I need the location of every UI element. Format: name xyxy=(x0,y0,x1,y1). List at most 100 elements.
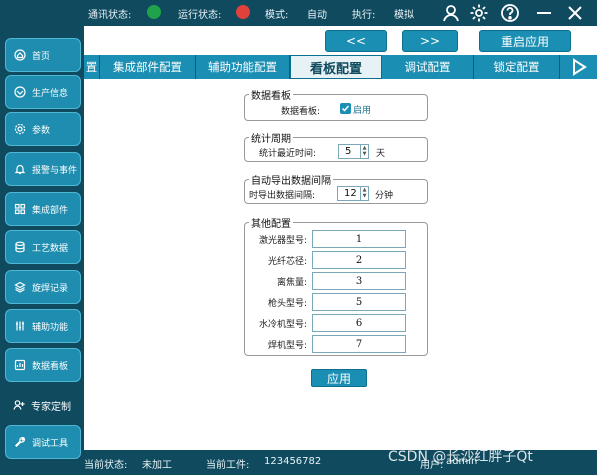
export-group-title: 自动导出数据间隔 xyxy=(249,172,333,187)
comm-status-indicator xyxy=(147,5,161,19)
sidebar-item-production[interactable]: 生产信息 xyxy=(5,75,81,109)
close-icon[interactable] xyxy=(564,2,586,24)
sidebar-item-debug-tools[interactable]: 调试工具 xyxy=(5,425,81,459)
bell-icon xyxy=(14,164,26,175)
checkmark-icon xyxy=(341,105,350,112)
other-config-title: 其他配置 xyxy=(249,215,293,230)
stats-period-value: 5 xyxy=(345,146,352,157)
dashboard-group-title: 数据看板 xyxy=(249,87,293,102)
chiller-model-input[interactable]: 6 xyxy=(312,314,406,332)
sidebar-item-label: 生产信息 xyxy=(32,88,69,99)
sidebar-item-label: 参数 xyxy=(32,125,51,136)
sidebar-item-components[interactable]: 集成部件 xyxy=(5,192,81,226)
sidebar-item-label: 工艺数据 xyxy=(32,243,69,254)
laser-model-label: 激光器型号: xyxy=(258,236,307,246)
dashboard-enable-checkbox[interactable] xyxy=(340,103,351,114)
minimize-icon[interactable] xyxy=(533,2,555,24)
stats-period-unit: 天 xyxy=(376,149,386,159)
tab-scroll-right-button[interactable] xyxy=(560,55,597,79)
current-workpiece-label: 当前工件: xyxy=(206,460,250,471)
board-icon xyxy=(14,359,26,371)
laser-model-input[interactable]: 1 xyxy=(312,230,406,248)
run-status-label: 运行状态: xyxy=(178,10,222,21)
current-state-label: 当前状态: xyxy=(84,460,128,471)
stats-period-spinbox[interactable]: 5 ▲ ▼ xyxy=(338,144,369,159)
export-interval-label: 时导出数据间隔: xyxy=(249,191,316,201)
dashboard-enable-text: 启用 xyxy=(353,106,372,116)
fiber-core-input[interactable]: 2 xyxy=(312,251,406,269)
app-window: 通讯状态: 运行状态: 模式: 自动 执行: 模拟 首页 生产信息 参数 报警与… xyxy=(0,0,597,475)
top-status-bar: 通讯状态: 运行状态: 模式: 自动 执行: 模拟 xyxy=(0,0,597,26)
mode-label: 模式: xyxy=(265,10,289,21)
user-plus-icon xyxy=(13,400,25,410)
tab-debug-config[interactable]: 调试配置 xyxy=(382,55,474,79)
gun-model-label: 枪头型号: xyxy=(267,299,307,309)
home-icon xyxy=(14,49,26,61)
sidebar-item-alarms[interactable]: 报警与事件 xyxy=(5,152,81,186)
sidebar-item-label: 旋焊记录 xyxy=(32,283,69,294)
stats-group-title: 统计周期 xyxy=(249,130,293,145)
current-workpiece-value: 123456782 xyxy=(264,456,322,467)
prev-button[interactable]: << xyxy=(325,30,387,52)
sidebar-item-label: 集成部件 xyxy=(32,205,69,216)
tab-partial[interactable]: 置 xyxy=(84,55,100,79)
help-icon[interactable] xyxy=(499,2,521,24)
sidebar-item-weld-records[interactable]: 旋焊记录 xyxy=(5,270,81,304)
gear-icon xyxy=(14,123,26,135)
next-button[interactable]: >> xyxy=(402,30,458,52)
fiber-core-label: 光纤芯径: xyxy=(267,257,307,267)
grid-icon xyxy=(14,203,26,215)
database-icon xyxy=(15,241,25,253)
dashboard-group: 数据看板 数据看板: 启用 xyxy=(244,87,428,121)
sidebar-item-home[interactable]: 首页 xyxy=(5,38,81,72)
sidebar-item-expert[interactable]: 专家定制 xyxy=(5,388,81,422)
mode-value: 自动 xyxy=(307,10,327,21)
sidebar-item-label: 数据看板 xyxy=(32,361,69,372)
welder-model-input[interactable]: 7 xyxy=(312,335,406,353)
sidebar-item-dashboard[interactable]: 数据看板 xyxy=(5,348,81,382)
sidebar-item-aux[interactable]: 辅助功能 xyxy=(5,309,81,343)
sidebar-item-params[interactable]: 参数 xyxy=(5,112,81,146)
sidebar-item-label: 专家定制 xyxy=(31,401,71,413)
sliders-icon xyxy=(16,321,24,331)
stats-period-label: 统计最近时间: xyxy=(259,149,317,159)
watermark-text: CSDN @长沙红胖子Qt xyxy=(388,449,533,465)
gear-icon[interactable] xyxy=(468,2,490,24)
layers-icon xyxy=(14,281,26,293)
export-interval-spinbox[interactable]: 12 ▲ ▼ xyxy=(337,186,369,201)
restart-button[interactable]: 重启应用 xyxy=(479,30,571,52)
sidebar-item-label: 报警与事件 xyxy=(32,165,78,176)
spin-arrows-icon[interactable]: ▲ ▼ xyxy=(360,187,368,200)
export-group: 自动导出数据间隔 时导出数据间隔: 12 ▲ ▼ 分钟 xyxy=(244,172,428,204)
user-icon[interactable] xyxy=(440,2,462,24)
export-interval-unit: 分钟 xyxy=(375,191,394,201)
sidebar-item-label: 调试工具 xyxy=(32,438,69,449)
defocus-label: 离焦量: xyxy=(276,278,307,288)
dashboard-enable-label: 数据看板: xyxy=(281,107,321,117)
welder-model-label: 焊机型号: xyxy=(267,341,307,351)
main-panel: << >> 重启应用 置 集成部件配置 辅助功能配置 看板配置 调试配置 锁定配… xyxy=(84,26,597,450)
exec-value: 模拟 xyxy=(394,10,414,21)
spin-arrows-icon[interactable]: ▲ ▼ xyxy=(360,145,368,158)
sidebar-item-label: 首页 xyxy=(32,51,51,62)
tab-dashboard-config[interactable]: 看板配置 xyxy=(290,55,382,79)
sidebar-item-label: 辅助功能 xyxy=(32,322,69,333)
export-interval-value: 12 xyxy=(344,188,357,199)
current-state-value: 未加工 xyxy=(142,460,172,471)
sidebar-item-process-data[interactable]: 工艺数据 xyxy=(5,230,81,264)
tab-aux-config[interactable]: 辅助功能配置 xyxy=(196,55,290,79)
run-status-indicator xyxy=(236,5,250,19)
tab-strip: 置 集成部件配置 辅助功能配置 看板配置 调试配置 锁定配置 xyxy=(84,55,597,79)
exec-label: 执行: xyxy=(352,10,376,21)
tab-component-config[interactable]: 集成部件配置 xyxy=(100,55,196,79)
defocus-input[interactable]: 3 xyxy=(312,272,406,290)
apply-button[interactable]: 应用 xyxy=(311,369,367,387)
sidebar: 首页 生产信息 参数 报警与事件 集成部件 工艺数据 旋焊记录 辅助功能 数据看… xyxy=(0,26,84,475)
gun-model-input[interactable]: 5 xyxy=(312,293,406,311)
comm-status-label: 通讯状态: xyxy=(88,10,132,21)
play-icon xyxy=(572,58,587,76)
stats-group: 统计周期 统计最近时间: 5 ▲ ▼ 天 xyxy=(244,130,428,162)
tab-lock-config[interactable]: 锁定配置 xyxy=(474,55,560,79)
other-config-group: 其他配置 激光器型号: 1 光纤芯径: 2 离焦量: 3 枪头型号: 5 水冷机… xyxy=(244,215,428,356)
wrench-icon xyxy=(14,437,25,448)
